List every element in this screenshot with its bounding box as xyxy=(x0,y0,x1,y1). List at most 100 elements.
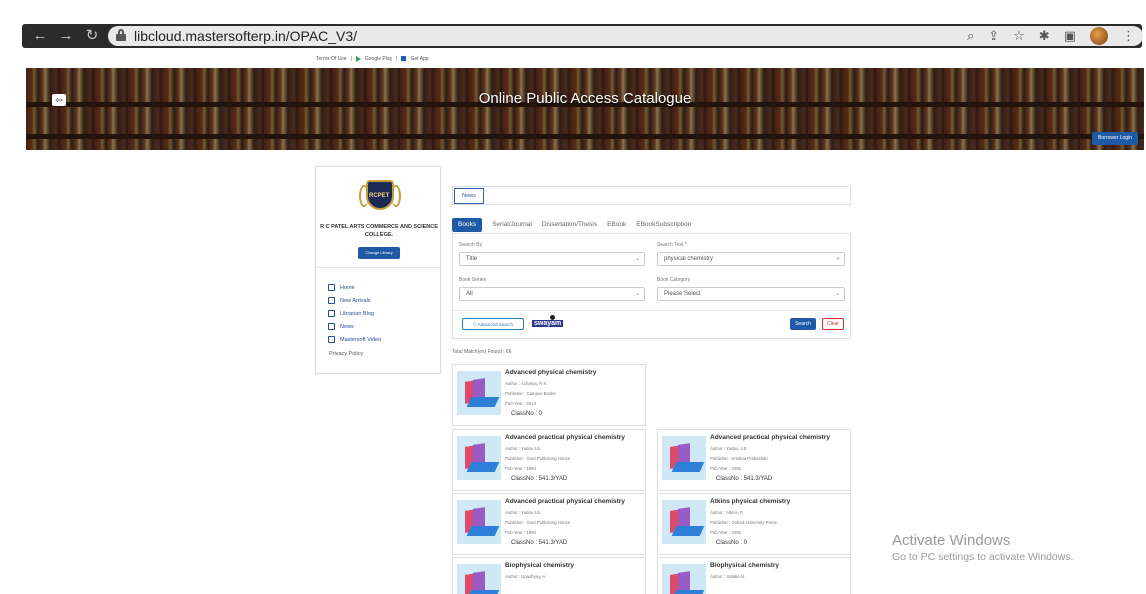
result-card[interactable]: Biophysical chemistry Author : Upadhyay,… xyxy=(452,557,646,594)
book-cover-icon xyxy=(662,436,706,480)
borrower-login-button[interactable]: Borrower Login xyxy=(1092,132,1138,145)
privacy-policy-link[interactable]: Privacy Policy xyxy=(329,351,363,357)
result-card[interactable]: Advanced practical physical chemistry Au… xyxy=(657,429,851,491)
blog-icon xyxy=(328,310,335,317)
swayam-logo[interactable]: swayam xyxy=(530,314,564,332)
forward-arrow-icon[interactable]: → xyxy=(56,26,76,46)
book-cover-icon xyxy=(457,500,501,544)
tab-dissertation-thesis[interactable]: Dissertation/Thesis xyxy=(542,218,597,232)
result-card[interactable]: Biophysical chemistry Author : Satake,N. xyxy=(657,557,851,594)
google-play-link[interactable]: Google Play xyxy=(365,56,392,62)
book-classno: ClassNo : 541.3/YAD xyxy=(716,476,773,482)
book-publisher: Publisher : Goel Publishing House xyxy=(505,520,571,525)
divider xyxy=(453,310,850,311)
chevron-down-icon: ⌄ xyxy=(634,256,640,262)
browser-chrome: ← → ↻ libcloud.mastersofterp.in/OPAC_V3/… xyxy=(0,0,1146,68)
total-matches: Total Match(es) Found : 66 xyxy=(452,349,512,355)
book-author: Author : Acharya, R.K. xyxy=(505,381,548,386)
book-title[interactable]: Advanced practical physical chemistry xyxy=(505,498,645,505)
book-title[interactable]: Advanced practical physical chemistry xyxy=(710,434,850,441)
address-bar[interactable]: libcloud.mastersofterp.in/OPAC_V3/ ⌕ ⇪ ☆… xyxy=(108,26,1143,46)
library-sidebar: RCPET R C PATEL ARTS COMMERCE AND SCIENC… xyxy=(315,166,441,374)
sidebar-item-home[interactable]: Home xyxy=(328,281,381,294)
divider xyxy=(316,267,440,268)
book-cover-icon xyxy=(457,564,501,594)
watermark-subtitle: Go to PC settings to activate Windows. xyxy=(892,551,1074,563)
video-icon xyxy=(328,336,335,343)
sidebar-item-librarian-blog[interactable]: Librarian Blog xyxy=(328,307,381,320)
profile-avatar[interactable] xyxy=(1090,27,1108,45)
change-library-button[interactable]: Change Library xyxy=(358,247,400,259)
tab-serial-journal[interactable]: Serial/Journal xyxy=(492,218,532,232)
book-classno: ClassNo : 0 xyxy=(511,411,543,417)
advanced-search-button[interactable]: ▽ Advanced Search xyxy=(462,318,524,330)
book-series-select[interactable]: All ⌄ xyxy=(459,287,645,301)
back-arrow-icon[interactable]: ← xyxy=(30,26,50,46)
result-card[interactable]: Advanced practical physical chemistry Au… xyxy=(452,493,646,555)
tab-ebook[interactable]: EBook xyxy=(607,218,626,232)
lock-icon xyxy=(116,29,126,41)
chevron-down-icon: ⌄ xyxy=(834,291,840,297)
book-year: Pub-Year : 2006 xyxy=(710,530,741,535)
book-publisher: Publisher : Oxford University Press xyxy=(710,520,777,525)
book-author: Author : Satake,N. xyxy=(710,574,746,579)
search-icon[interactable]: ⌕ xyxy=(837,253,840,266)
book-author: Author : Yadav,J.B. xyxy=(505,510,542,515)
book-author: Author : Yadav, J.B. xyxy=(710,446,748,451)
sidebar-menu: Home New Arrivals Librarian Blog News Ma… xyxy=(328,281,381,346)
book-publisher: Publisher : Goel Publishing House xyxy=(505,456,571,461)
news-icon xyxy=(328,323,335,330)
result-card[interactable]: Advanced practical physical chemistry Au… xyxy=(452,429,646,491)
tab-ebook-subscription[interactable]: EBookSubscription xyxy=(636,218,691,232)
menu-dots-icon[interactable]: ⋮ xyxy=(1122,26,1135,46)
tab-books[interactable]: Books xyxy=(452,218,483,232)
college-logo: RCPET xyxy=(359,177,401,215)
side-panel-icon[interactable]: ▣ xyxy=(1064,26,1076,46)
book-cover-icon xyxy=(662,564,706,594)
app-icon xyxy=(401,56,407,61)
result-card[interactable]: Advanced physical chemistry Author : Ach… xyxy=(452,364,646,426)
book-series-label: Book Series xyxy=(459,277,486,283)
get-app-link[interactable]: Get App xyxy=(410,56,428,62)
book-title[interactable]: Advanced practical physical chemistry xyxy=(505,434,645,441)
library-banner: Online Public Access Catalogue ⇦ Borrowe… xyxy=(26,68,1144,150)
reload-icon[interactable]: ↻ xyxy=(82,26,102,46)
clear-button[interactable]: Clear xyxy=(822,318,844,330)
book-title[interactable]: Advanced physical chemistry xyxy=(505,369,645,376)
zoom-icon[interactable]: ⌕ xyxy=(967,26,974,46)
extensions-icon[interactable]: ✱ xyxy=(1039,26,1050,46)
book-classno: ClassNo : 541.3/YAD xyxy=(511,476,568,482)
chevron-down-icon: ⌄ xyxy=(634,291,640,297)
book-year: Pub-Year : 2013 xyxy=(505,401,536,406)
watermark-title: Activate Windows xyxy=(892,532,1011,549)
search-by-select[interactable]: Title ⌄ xyxy=(459,252,645,266)
book-cover-icon xyxy=(457,371,501,415)
search-by-label: Search By xyxy=(459,242,483,248)
search-panel: Search By Title ⌄ Search Text * physical… xyxy=(452,233,851,339)
page: ← → ↻ libcloud.mastersofterp.in/OPAC_V3/… xyxy=(0,0,1146,594)
book-title[interactable]: Biophysical chemistry xyxy=(710,562,850,569)
book-title[interactable]: Atkins physical chemistry xyxy=(710,498,850,505)
book-publisher: Publisher : Krishna Prakashan xyxy=(710,456,768,461)
sidebar-item-new-arrivals[interactable]: New Arrivals xyxy=(328,294,381,307)
search-text-label: Search Text * xyxy=(657,242,687,248)
book-title[interactable]: Biophysical chemistry xyxy=(505,562,645,569)
search-text-input[interactable]: physical chemistry ⌕ xyxy=(657,252,845,266)
back-button[interactable]: ⇦ xyxy=(52,94,66,106)
terms-link[interactable]: Terms Of Use xyxy=(316,56,347,62)
bookmark-star-icon[interactable]: ☆ xyxy=(1013,26,1025,46)
result-card[interactable]: Atkins physical chemistry Author : Atkin… xyxy=(657,493,851,555)
book-classno: ClassNo : 541.3/YAD xyxy=(511,540,568,546)
sidebar-item-news[interactable]: News xyxy=(328,320,381,333)
share-icon[interactable]: ⇪ xyxy=(988,26,999,46)
google-play-icon xyxy=(355,56,361,62)
book-cover-icon xyxy=(662,500,706,544)
book-category-select[interactable]: Please Select ⌄ xyxy=(657,287,845,301)
url-text[interactable]: libcloud.mastersofterp.in/OPAC_V3/ xyxy=(134,27,357,45)
sidebar-item-mastersoft-video[interactable]: Mastersoft Video xyxy=(328,333,381,346)
book-category-label: Book Category xyxy=(657,277,691,283)
new-arrivals-icon xyxy=(328,297,335,304)
tab-news[interactable]: News xyxy=(454,188,484,204)
book-cover-icon xyxy=(457,436,501,480)
search-button[interactable]: Search xyxy=(790,318,816,330)
